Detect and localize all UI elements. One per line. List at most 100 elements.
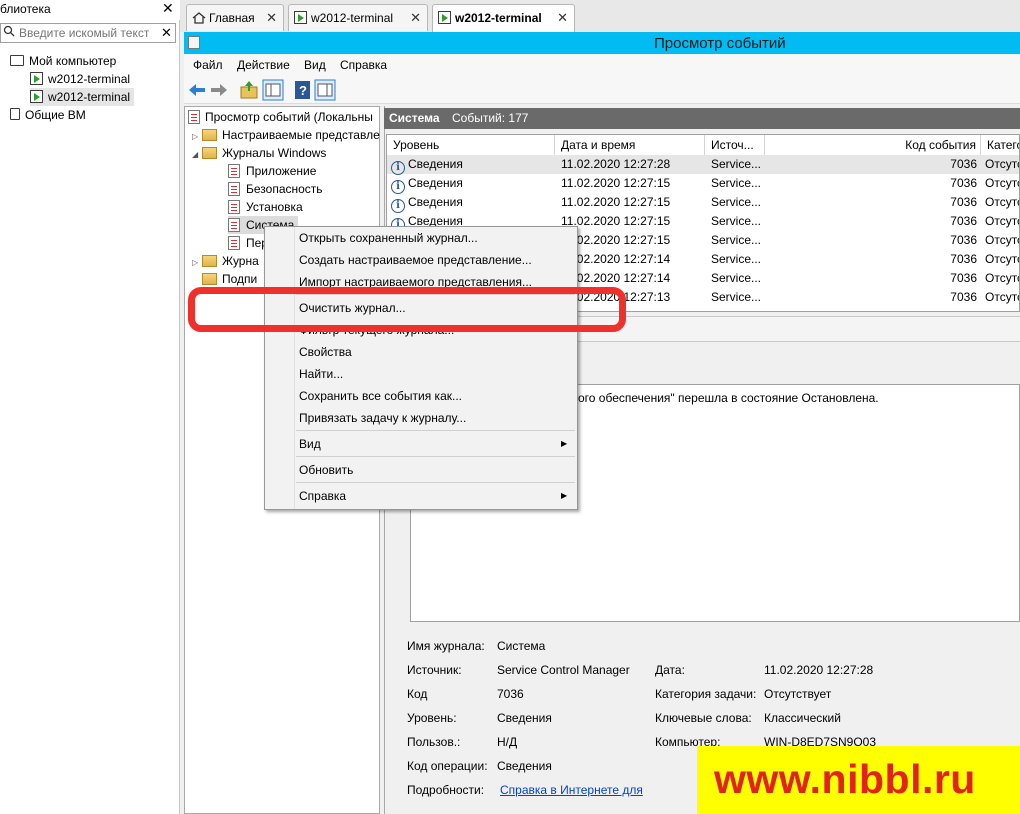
menu-properties[interactable]: Свойства bbox=[299, 342, 352, 362]
nav-item-application[interactable]: Приложение bbox=[228, 162, 316, 180]
menu-open-saved-log[interactable]: Открыть сохраненный журнал... bbox=[299, 228, 478, 248]
nav-item-label: Приложение bbox=[246, 164, 317, 178]
toolbar: ? bbox=[184, 76, 1020, 104]
menu-find[interactable]: Найти... bbox=[299, 364, 343, 384]
tree-item-my-computer[interactable]: Мой компьютер bbox=[10, 52, 116, 70]
cell-text: 7036 bbox=[950, 214, 977, 228]
library-title: блиотека bbox=[0, 2, 51, 16]
menu-bar: Файл Действие Вид Справка bbox=[184, 54, 1020, 76]
library-search-input[interactable] bbox=[19, 25, 149, 41]
back-arrow-icon[interactable] bbox=[186, 79, 208, 101]
search-icon bbox=[3, 25, 15, 37]
submenu-arrow-icon: ▶ bbox=[561, 439, 568, 448]
menu-view[interactable]: Вид bbox=[304, 58, 326, 72]
close-icon[interactable]: ✕ bbox=[266, 5, 277, 31]
search-clear-icon[interactable]: ✕ bbox=[161, 25, 172, 41]
computer-icon bbox=[10, 55, 24, 66]
detail-value-task: Отсутствует bbox=[764, 687, 832, 701]
cell-source: Service... bbox=[711, 212, 767, 231]
cell-text: Сведения bbox=[408, 176, 463, 190]
info-icon: i bbox=[391, 161, 405, 175]
detail-label-log: Имя журнала: bbox=[407, 639, 485, 653]
cell-event-id: 7036 bbox=[767, 155, 977, 174]
detail-value-date: 11.02.2020 12:27:28 bbox=[764, 663, 874, 677]
event-message-text: ого обеспечения" перешла в состояние Ост… bbox=[578, 391, 879, 405]
cell-event-id: 7036 bbox=[767, 288, 977, 307]
cell-text: 7036 bbox=[950, 157, 977, 171]
nav-item-apps-logs[interactable]: ▷ Журна bbox=[192, 252, 259, 270]
cell-date: 11.02.2020 12:27:15 bbox=[561, 174, 705, 193]
nav-item-setup[interactable]: Установка bbox=[228, 198, 303, 216]
show-tree-icon[interactable] bbox=[262, 79, 284, 101]
table-row[interactable]: iСведения 11.02.2020 12:27:15 Service... 70… bbox=[387, 174, 1019, 194]
tab-home[interactable]: Главная ✕ bbox=[186, 4, 284, 31]
column-header-event-id[interactable]: Код события bbox=[765, 135, 981, 155]
cell-text: Отсутс bbox=[985, 233, 1020, 247]
window-titlebar: Просмотр событий bbox=[184, 32, 1020, 54]
detail-label-code: Код bbox=[407, 687, 428, 701]
tab-label: w2012-terminal bbox=[455, 11, 542, 25]
nav-item-subscriptions[interactable]: Подпи bbox=[202, 270, 257, 288]
menu-view[interactable]: Вид bbox=[299, 434, 321, 454]
tree-item-vm-2[interactable]: w2012-terminal bbox=[30, 88, 135, 106]
menu-help[interactable]: Справка bbox=[340, 58, 387, 72]
forward-arrow-icon[interactable] bbox=[208, 79, 230, 101]
menu-file[interactable]: Файл bbox=[193, 58, 223, 72]
menu-separator bbox=[296, 430, 575, 431]
nav-item-forwarded[interactable]: Пер bbox=[228, 234, 268, 252]
log-header: Система Событий: 177 bbox=[384, 108, 1020, 129]
close-icon[interactable]: ✕ bbox=[410, 5, 421, 31]
tree-item-vm-1[interactable]: w2012-terminal bbox=[30, 70, 130, 88]
nav-item-custom-views[interactable]: ▷ Настраиваемые представле bbox=[192, 126, 380, 144]
column-header-date[interactable]: Дата и время bbox=[555, 135, 705, 155]
window-title: Просмотр событий bbox=[654, 35, 786, 52]
menu-create-custom-view[interactable]: Создать настраиваемое представление... bbox=[299, 250, 532, 270]
library-header: блиотека ✕ bbox=[0, 0, 180, 20]
nav-item-windows-logs[interactable]: ◢ Журналы Windows bbox=[192, 144, 326, 162]
cell-source: Service... bbox=[711, 288, 767, 307]
help-icon[interactable]: ? bbox=[292, 79, 314, 101]
detail-label-date: Дата: bbox=[655, 663, 685, 677]
nav-item-security[interactable]: Безопасность bbox=[228, 180, 323, 198]
column-header-level[interactable]: Уровень bbox=[387, 135, 555, 155]
vm-running-icon bbox=[30, 72, 43, 85]
expand-icon[interactable]: ▷ bbox=[192, 254, 202, 272]
library-close-icon[interactable]: ✕ bbox=[162, 0, 174, 17]
menu-help[interactable]: Справка bbox=[299, 486, 346, 506]
nav-item-label: Установка bbox=[246, 200, 303, 214]
tree-item-label: w2012-terminal bbox=[48, 90, 131, 104]
menu-action[interactable]: Действие bbox=[237, 58, 290, 72]
context-menu-gutter bbox=[294, 227, 295, 509]
table-row[interactable]: iСведения 11.02.2020 12:27:15 Service... 70… bbox=[387, 193, 1019, 213]
up-folder-icon[interactable] bbox=[238, 79, 260, 101]
cell-text: Сведения bbox=[408, 195, 463, 209]
close-icon[interactable]: ✕ bbox=[557, 5, 568, 31]
column-header-category[interactable]: Катего bbox=[981, 135, 1019, 155]
tab-vm-2-active[interactable]: w2012-terminal ✕ bbox=[432, 4, 575, 32]
cell-text: Сведения bbox=[408, 157, 463, 171]
cell-text: 7036 bbox=[950, 233, 977, 247]
menu-refresh[interactable]: Обновить bbox=[299, 460, 353, 480]
nav-item-root[interactable]: Просмотр событий (Локальны bbox=[188, 108, 373, 126]
menu-attach-task[interactable]: Привязать задачу к журналу... bbox=[299, 408, 466, 428]
cell-date: 11.02.2020 12:27:14 bbox=[561, 269, 705, 288]
log-icon bbox=[228, 236, 240, 250]
table-row[interactable]: i Сведения 11.02.2020 12:27:28 Service... 70… bbox=[387, 155, 1019, 175]
collapse-icon[interactable]: ◢ bbox=[192, 146, 202, 164]
vm-running-icon bbox=[438, 11, 451, 24]
library-search-box[interactable]: ✕ bbox=[0, 23, 176, 43]
online-help-link[interactable]: Справка в Интернете для bbox=[500, 783, 643, 797]
cell-category: Отсутс bbox=[985, 212, 1019, 231]
detail-value-user: Н/Д bbox=[497, 735, 518, 749]
cell-text: Service... bbox=[711, 176, 762, 190]
cell-event-id: 7036 bbox=[767, 174, 977, 193]
detail-label-source: Источник: bbox=[407, 663, 462, 677]
cell-category: Отсутс bbox=[985, 231, 1020, 250]
tree-item-shared-vms[interactable]: Общие ВМ bbox=[10, 106, 86, 124]
show-action-pane-icon[interactable] bbox=[314, 79, 336, 101]
menu-save-all-events[interactable]: Сохранить все события как... bbox=[299, 386, 462, 406]
cell-date: 11.02.2020 12:27:15 bbox=[561, 193, 705, 212]
tab-vm-1[interactable]: w2012-terminal ✕ bbox=[288, 4, 428, 31]
column-header-source[interactable]: Источ... bbox=[705, 135, 765, 155]
cell-source: Service... bbox=[711, 155, 767, 174]
